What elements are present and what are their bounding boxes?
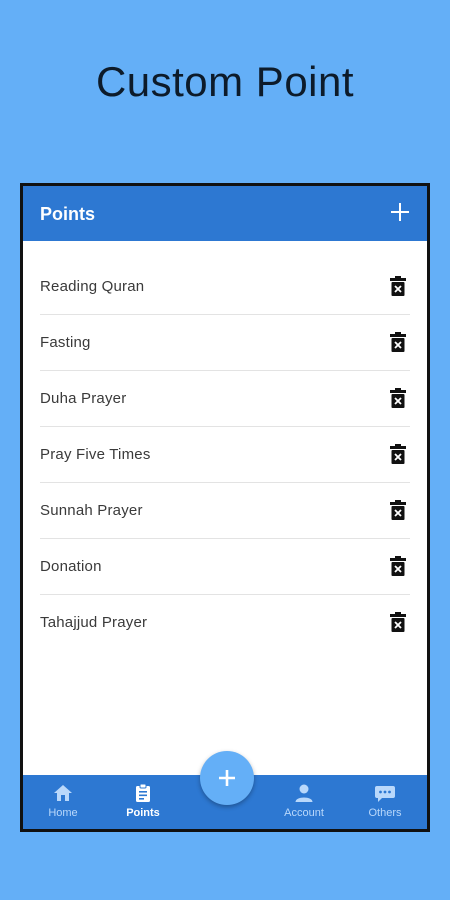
add-fab-button[interactable] bbox=[200, 751, 254, 805]
delete-icon[interactable] bbox=[390, 388, 406, 408]
chat-dots-icon bbox=[375, 786, 395, 802]
nav-label: Account bbox=[284, 807, 324, 819]
list-item[interactable]: Pray Five Times bbox=[40, 427, 410, 483]
nav-label: Home bbox=[48, 807, 78, 819]
delete-icon[interactable] bbox=[390, 444, 406, 464]
nav-item-points[interactable]: Points bbox=[103, 775, 183, 829]
point-label: Sunnah Prayer bbox=[40, 502, 143, 519]
plus-icon bbox=[219, 770, 235, 786]
list-item[interactable]: Reading Quran bbox=[40, 259, 410, 315]
delete-icon[interactable] bbox=[390, 332, 406, 352]
list-item[interactable]: Duha Prayer bbox=[40, 371, 410, 427]
point-label: Donation bbox=[40, 558, 102, 575]
clipboard-icon bbox=[136, 783, 150, 802]
phone-screen: Points Reading Quran Fasting Duha Prayer… bbox=[20, 183, 430, 832]
home-icon bbox=[54, 785, 72, 801]
point-label: Tahajjud Prayer bbox=[40, 614, 148, 631]
list-item[interactable]: Donation bbox=[40, 539, 410, 595]
list-item[interactable]: Fasting bbox=[40, 315, 410, 371]
delete-icon[interactable] bbox=[390, 500, 406, 520]
delete-icon[interactable] bbox=[390, 556, 406, 576]
page-headline: Custom Point bbox=[95, 58, 355, 105]
app-bar-title: Points bbox=[40, 204, 96, 224]
point-label: Pray Five Times bbox=[40, 446, 151, 463]
nav-label: Others bbox=[368, 807, 402, 819]
delete-icon[interactable] bbox=[390, 276, 406, 296]
nav-item-others[interactable]: Others bbox=[345, 775, 425, 829]
point-label: Duha Prayer bbox=[40, 390, 127, 407]
add-point-button[interactable] bbox=[387, 199, 413, 225]
list-item[interactable]: Tahajjud Prayer bbox=[40, 595, 410, 650]
point-label: Fasting bbox=[40, 334, 91, 351]
nav-item-home[interactable]: Home bbox=[23, 775, 103, 829]
nav-item-account[interactable]: Account bbox=[264, 775, 344, 829]
person-icon bbox=[295, 784, 313, 802]
list-item[interactable]: Sunnah Prayer bbox=[40, 483, 410, 539]
app-bar: Points bbox=[23, 186, 427, 241]
delete-icon[interactable] bbox=[390, 612, 406, 632]
points-list: Reading Quran Fasting Duha Prayer Pray F… bbox=[23, 259, 427, 650]
point-label: Reading Quran bbox=[40, 278, 145, 295]
nav-label: Points bbox=[126, 807, 160, 819]
